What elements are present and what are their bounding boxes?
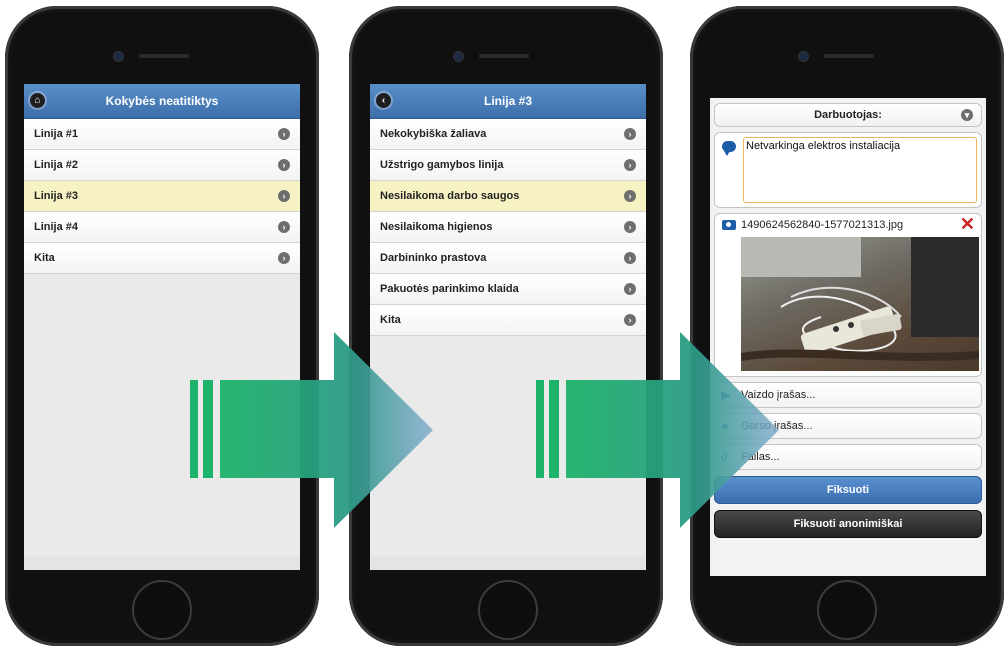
home-button[interactable] xyxy=(817,580,877,640)
chevron-right-icon: › xyxy=(278,190,290,202)
list-item[interactable]: Nekokybiška žaliava › xyxy=(370,119,646,150)
list-item-label: Kita xyxy=(380,314,401,326)
list-item[interactable]: Nesilaikoma darbo saugos › xyxy=(370,181,646,212)
back-icon[interactable]: ‹ xyxy=(376,93,391,108)
home-button[interactable] xyxy=(132,580,192,640)
home-icon[interactable]: ⌂ xyxy=(30,93,45,108)
list-item-label: Linija #3 xyxy=(34,190,79,202)
list-item-label: Linija #2 xyxy=(34,159,79,171)
front-camera xyxy=(798,51,809,62)
camera-icon xyxy=(722,220,736,230)
list-item-line-3[interactable]: Linija #3 › xyxy=(24,181,300,212)
comment-box: Netvarkinga elektros instaliacija xyxy=(714,132,982,208)
list-item-line-4[interactable]: Linija #4 › xyxy=(24,212,300,243)
list-item-label: Linija #1 xyxy=(34,128,79,140)
chevron-right-icon: › xyxy=(624,159,636,171)
list-item[interactable]: Užstrigo gamybos linija › xyxy=(370,150,646,181)
header-title: Kokybės neatitiktys xyxy=(105,94,219,108)
category-list: Linija #1 › Linija #2 › Linija #3 › Linija … xyxy=(24,119,300,274)
chevron-right-icon: › xyxy=(278,252,290,264)
chevron-down-icon: ▾ xyxy=(961,109,973,121)
list-item-label: Nekokybiška žaliava xyxy=(380,128,487,140)
employee-select[interactable]: Darbuotojas: ▾ xyxy=(714,103,982,127)
employee-select-label: Darbuotojas: xyxy=(814,109,882,121)
list-item-other[interactable]: Kita › xyxy=(24,243,300,274)
list-item[interactable]: Darbininko prastova › xyxy=(370,243,646,274)
header-bar: ‹ Linija #3 xyxy=(370,84,646,119)
delete-x-icon[interactable]: ✕ xyxy=(960,214,975,235)
phone-frame-2: ‹ Linija #3 Nekokybiška žaliava › Užstrig… xyxy=(349,6,663,646)
chevron-right-icon: › xyxy=(278,221,290,233)
flow-arrow-1 xyxy=(190,332,433,528)
list-item[interactable]: Pakuotės parinkimo klaida › xyxy=(370,274,646,305)
header-title: Linija #3 xyxy=(483,94,533,108)
chevron-right-icon: › xyxy=(624,252,636,264)
chevron-right-icon: › xyxy=(624,128,636,140)
chevron-right-icon: › xyxy=(624,314,636,326)
home-button[interactable] xyxy=(478,580,538,640)
flow-arrow-2 xyxy=(536,332,779,528)
chevron-right-icon: › xyxy=(278,128,290,140)
issue-list: Nekokybiška žaliava › Užstrigo gamybos li… xyxy=(370,119,646,336)
earpiece-speaker xyxy=(139,54,189,58)
list-item-line-2[interactable]: Linija #2 › xyxy=(24,150,300,181)
chevron-right-icon: › xyxy=(624,283,636,295)
footer-bar xyxy=(370,556,646,570)
list-item-label: Nesilaikoma higienos xyxy=(380,221,493,233)
chevron-right-icon: › xyxy=(624,190,636,202)
speech-bubble-icon xyxy=(722,141,736,156)
list-item-line-1[interactable]: Linija #1 › xyxy=(24,119,300,150)
list-item-label: Linija #4 xyxy=(34,221,79,233)
header-bar: ⌂ Kokybės neatitiktys xyxy=(24,84,300,119)
list-item-label: Kita xyxy=(34,252,55,264)
list-item-label: Pakuotės parinkimo klaida xyxy=(380,283,519,295)
list-item-label: Užstrigo gamybos linija xyxy=(380,159,504,171)
phone-frame-3: Darbuotojas: ▾ Netvarkinga elektros inst… xyxy=(690,6,1004,646)
list-item[interactable]: Nesilaikoma higienos › xyxy=(370,212,646,243)
footer-bar xyxy=(24,556,300,570)
chevron-right-icon: › xyxy=(278,159,290,171)
front-camera xyxy=(453,51,464,62)
chevron-right-icon: › xyxy=(624,221,636,233)
earpiece-speaker xyxy=(479,54,529,58)
earpiece-speaker xyxy=(824,54,874,58)
front-camera xyxy=(113,51,124,62)
phone-frame-1: ⌂ Kokybės neatitiktys Linija #1 › Linija … xyxy=(5,6,319,646)
comment-input[interactable]: Netvarkinga elektros instaliacija xyxy=(743,137,977,203)
list-item-label: Nesilaikoma darbo saugos xyxy=(380,190,520,202)
list-item-label: Darbininko prastova xyxy=(380,252,487,264)
attachment-filename: 1490624562840-1577021313.jpg xyxy=(741,219,904,231)
